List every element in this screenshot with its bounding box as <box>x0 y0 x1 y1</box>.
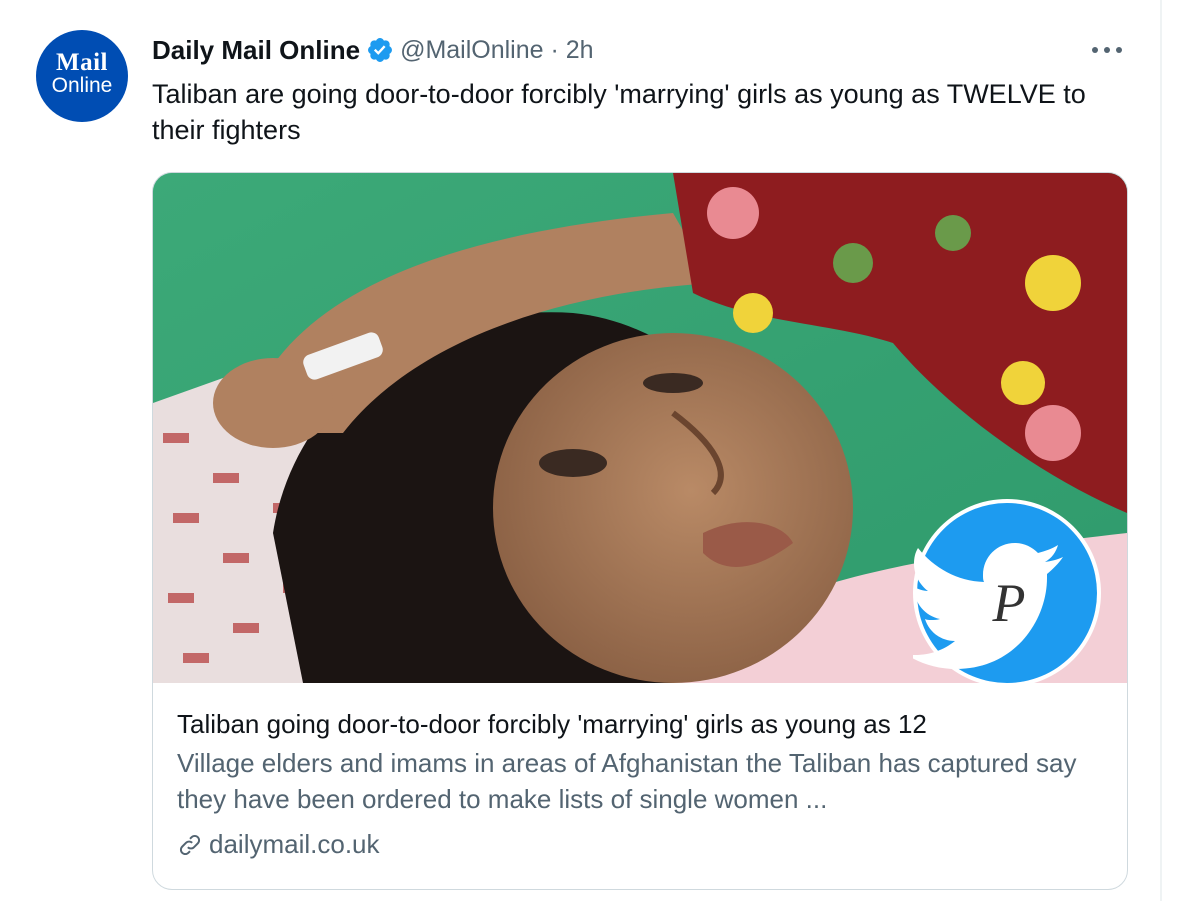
avatar-line1: Mail <box>56 49 108 76</box>
tweet-text: Taliban are going door-to-door forcibly … <box>152 79 1086 145</box>
twitter-bird-watermark-icon: P <box>913 499 1101 683</box>
card-photo[interactable]: P <box>153 173 1127 683</box>
card-description: Village elders and imams in areas of Afg… <box>177 748 1077 814</box>
avatar-line2: Online <box>51 74 113 97</box>
display-name[interactable]: Daily Mail Online <box>152 35 360 66</box>
avatar[interactable]: Mail Online <box>36 30 128 122</box>
svg-text:P: P <box>992 573 1026 633</box>
more-options-icon[interactable] <box>1092 38 1122 62</box>
card-title: Taliban going door-to-door forcibly 'mar… <box>177 709 927 739</box>
tweet[interactable]: Mail Online Daily Mail Online @MailOnlin… <box>0 0 1162 901</box>
card-domain[interactable]: dailymail.co.uk <box>209 829 380 860</box>
link-icon <box>179 834 201 855</box>
card-body: Taliban going door-to-door forcibly 'mar… <box>177 707 1107 860</box>
tweet-header: Daily Mail Online @MailOnline · 2h <box>152 30 594 70</box>
card-link[interactable]: dailymail.co.uk <box>177 829 1107 860</box>
link-card[interactable]: P Taliban going door-to-door forcibly 'm… <box>152 172 1128 890</box>
verified-badge-icon <box>368 38 393 62</box>
handle-and-time[interactable]: @MailOnline · 2h <box>400 36 594 65</box>
